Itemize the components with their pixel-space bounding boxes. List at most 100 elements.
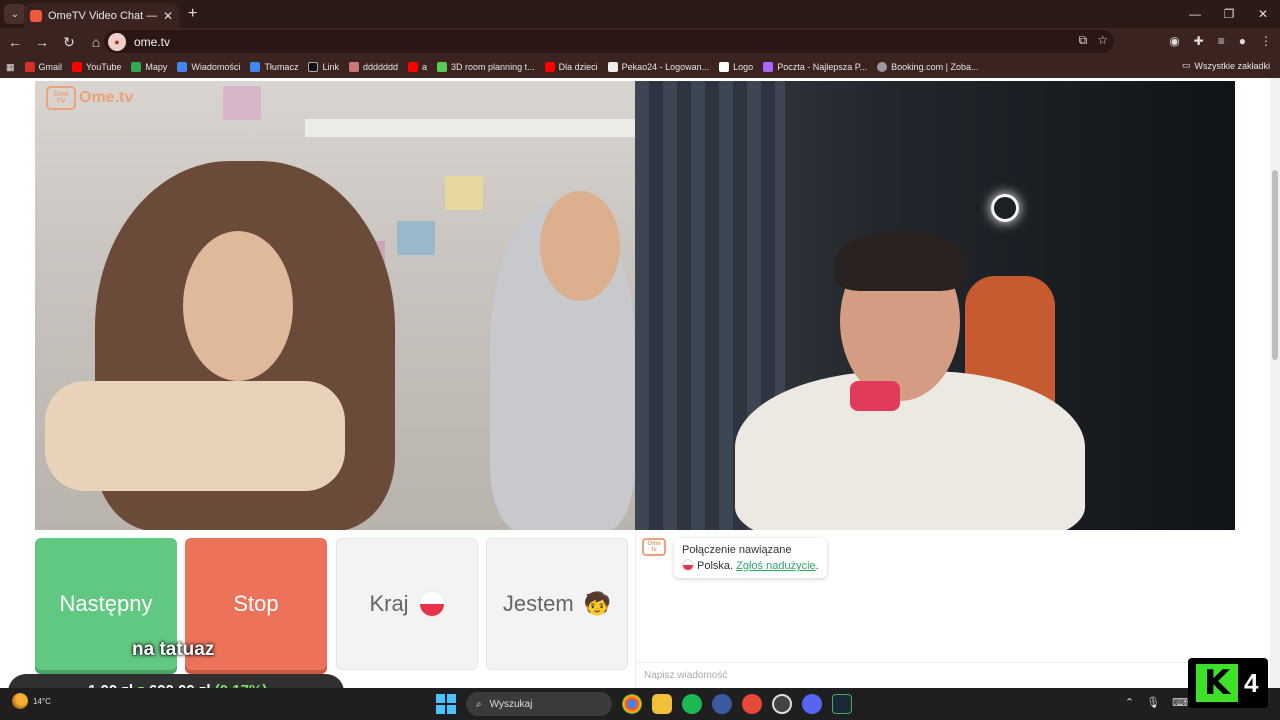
weather-temp: 14°C <box>33 696 51 706</box>
boy-emoji-icon: 🧒 <box>583 591 612 616</box>
video-scene-shelf <box>305 119 635 137</box>
gender-label: Jestem <box>502 591 574 616</box>
file-explorer-icon[interactable] <box>652 694 672 714</box>
bookmark-booking[interactable]: Booking.com | Zoba... <box>877 62 978 72</box>
minimize-button[interactable]: — <box>1178 0 1212 28</box>
close-icon[interactable]: ✕ <box>163 9 173 23</box>
video-scene-poster <box>223 86 261 120</box>
partner-video <box>35 81 635 530</box>
poland-flag-icon <box>418 591 445 617</box>
partner-country: Polska. <box>697 560 734 572</box>
app-icon[interactable] <box>742 694 762 714</box>
install-app-icon[interactable]: ⧉ <box>1079 33 1088 48</box>
windows-start-icon[interactable] <box>436 694 456 714</box>
tab-strip: ⌄ OmeTV Video Chat — Ome ✕ + — ❐ ✕ <box>0 0 1280 28</box>
logo-text: Ome.tv <box>79 89 134 106</box>
next-label: Następny <box>59 591 153 616</box>
scrollbar-thumb[interactable] <box>1272 170 1278 360</box>
video-scene-ring-light <box>991 194 1019 222</box>
weather-icon <box>12 693 28 709</box>
page-scrollbar[interactable] <box>1270 78 1280 688</box>
all-bookmarks-folder[interactable]: ▭ Wszystkie zakładki <box>1182 60 1270 71</box>
video-scene-poster <box>445 176 483 210</box>
app-icon[interactable] <box>712 694 732 714</box>
taskbar-search-placeholder: Wyszukaj <box>489 698 533 710</box>
k4-logo-k: K <box>1196 664 1238 702</box>
ometv-chat-avatar: Ome tv <box>642 538 666 556</box>
maximize-button[interactable]: ❐ <box>1212 0 1246 28</box>
steam-icon[interactable] <box>832 694 852 714</box>
window-controls: — ❐ ✕ <box>1178 0 1280 28</box>
stream-subtitle: na tatuaz <box>132 639 215 660</box>
connection-status: Połączenie nawiązane <box>682 544 792 556</box>
forward-button[interactable]: → <box>30 34 54 50</box>
tab-title: OmeTV Video Chat — Ome <box>48 9 157 22</box>
spotify-icon[interactable] <box>682 694 702 714</box>
url-text: ome.tv <box>134 34 171 49</box>
chrome-icon[interactable] <box>622 694 642 714</box>
keyboard-icon[interactable]: ⌨ <box>1172 696 1188 709</box>
k4-logo-number: 4 <box>1244 667 1259 698</box>
reading-list-icon[interactable]: ≡ <box>1218 34 1225 48</box>
ometv-favicon-icon <box>30 9 42 22</box>
back-button[interactable]: ← <box>3 34 27 50</box>
video-person-hair <box>835 231 965 291</box>
menu-kebab-icon[interactable]: ⋮ <box>1260 34 1272 48</box>
bookmark-dla-dzieci[interactable]: Dla dzieci <box>544 62 598 72</box>
bookmark-logo[interactable]: Logo <box>719 62 753 72</box>
new-tab-button[interactable]: + <box>188 5 197 23</box>
discord-icon[interactable] <box>802 694 822 714</box>
chevron-up-icon[interactable]: ⌃ <box>1125 696 1134 709</box>
bookmark-tlumacz[interactable]: Tłumacz <box>250 62 298 72</box>
country-filter-button[interactable]: Kraj <box>336 538 478 670</box>
microphone-icon[interactable]: 🎙 <box>1146 696 1160 709</box>
tab-ometv[interactable]: OmeTV Video Chat — Ome ✕ <box>24 3 179 28</box>
system-tray: ⌃ 🎙 ⌨ <box>1125 696 1188 709</box>
bookmark-wiadomosci[interactable]: Wiadomości <box>177 62 240 72</box>
reload-button[interactable]: ↻ <box>57 34 81 51</box>
bookmark-gmail[interactable]: Gmail <box>24 62 62 72</box>
bookmark-ddddddd[interactable]: ddddddd <box>348 62 398 72</box>
windows-taskbar: 14°C ⌕ Wyszukaj ⌃ 🎙 ⌨ <box>0 688 1280 720</box>
taskbar-search[interactable]: ⌕ Wyszukaj <box>466 692 612 716</box>
bookmark-poczta[interactable]: Poczta - Najlepsza P... <box>763 62 867 72</box>
app-icon[interactable] <box>772 694 792 714</box>
video-face-left <box>183 231 293 381</box>
bookmark-star-icon[interactable]: ☆ <box>1097 33 1108 48</box>
folder-icon: ▭ <box>1181 60 1191 70</box>
report-abuse-link[interactable]: Zgłoś nadużycie <box>736 560 816 572</box>
tab-search-button[interactable]: ⌄ <box>4 4 26 24</box>
apps-grid-icon[interactable]: ▦ <box>6 62 15 73</box>
profile-avatar[interactable]: ● <box>1239 34 1246 48</box>
address-bar[interactable]: ● ome.tv ⧉ ☆ <box>104 30 1114 53</box>
report-period: . <box>815 560 819 572</box>
video-face-right <box>540 191 620 301</box>
country-label: Kraj <box>369 591 409 616</box>
self-video <box>635 81 1235 530</box>
bookmark-3d-room[interactable]: 3D room planning t... <box>437 62 535 72</box>
taskbar-apps: ⌕ Wyszukaj <box>436 692 852 716</box>
close-window-button[interactable]: ✕ <box>1246 0 1280 28</box>
partner-country-line: Polska. Zgłoś nadużycie. <box>682 558 819 574</box>
extensions-puzzle-icon[interactable]: ✚ <box>1194 34 1204 48</box>
logo-tv-icon: Ome TV <box>46 86 76 110</box>
gender-select-button[interactable]: Jestem 🧒 <box>486 538 628 670</box>
weather-widget[interactable]: 14°C <box>12 693 51 709</box>
browser-toolbar: ← → ↻ ⌂ ● ome.tv ⧉ ☆ ◉ ✚ ≡ ● ⋮ <box>0 28 1280 56</box>
bookmark-a[interactable]: a <box>408 62 427 72</box>
bookmark-pekao24[interactable]: Pekao24 - Logowan... <box>607 62 709 72</box>
video-hands <box>45 381 345 491</box>
video-scene-poster <box>397 221 435 255</box>
ometv-logo[interactable]: Ome TV Ome.tv <box>46 86 133 110</box>
bookmark-youtube[interactable]: YouTube <box>72 62 121 72</box>
extension-icon[interactable]: ◉ <box>1169 34 1179 48</box>
chat-message-input[interactable]: Napisz wiadomość <box>636 662 1235 688</box>
chat-bubble: Połączenie nawiązane Polska. Zgłoś naduż… <box>674 538 827 578</box>
bookmark-link[interactable]: Link <box>308 62 339 72</box>
chat-panel: Ome tv Połączenie nawiązane Polska. Zgło… <box>635 530 1235 688</box>
k4-watermark: K 4 <box>1188 658 1268 708</box>
chat-message: Ome tv Połączenie nawiązane Polska. Zgło… <box>642 538 827 578</box>
search-icon: ⌕ <box>476 698 482 710</box>
site-info-icon[interactable]: ● <box>108 32 126 51</box>
bookmark-mapy[interactable]: Mapy <box>131 62 167 72</box>
